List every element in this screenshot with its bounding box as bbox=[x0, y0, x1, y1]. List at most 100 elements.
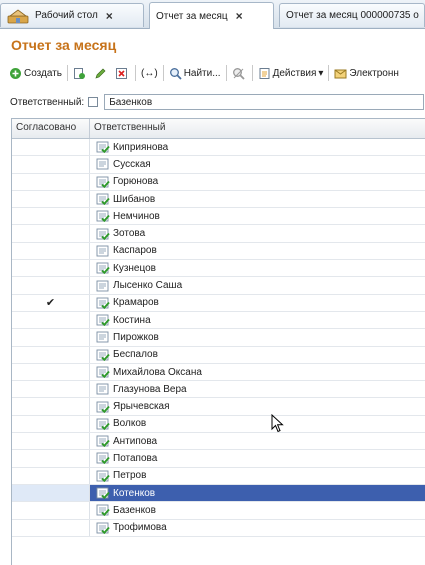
table-row[interactable]: Немчинов bbox=[12, 208, 425, 226]
responsible-cell[interactable]: Базенков bbox=[90, 502, 425, 518]
cancel-search-button[interactable] bbox=[229, 64, 250, 82]
responsible-name: Антипова bbox=[113, 435, 158, 447]
close-icon[interactable]: × bbox=[106, 9, 113, 23]
approved-cell[interactable] bbox=[12, 260, 90, 277]
approved-cell[interactable]: ✔ bbox=[12, 294, 90, 311]
table-row[interactable]: Потапова bbox=[12, 450, 425, 468]
approved-cell[interactable] bbox=[12, 311, 90, 329]
create-button[interactable]: Создать bbox=[6, 64, 65, 82]
responsible-cell[interactable]: Костина bbox=[90, 312, 425, 328]
responsible-cell[interactable]: Антипова bbox=[90, 433, 425, 449]
find-button[interactable]: Найти... bbox=[166, 64, 224, 82]
table-row[interactable]: Пирожков bbox=[12, 329, 425, 347]
doc-posted-icon bbox=[96, 193, 110, 206]
delete-button[interactable] bbox=[112, 64, 133, 82]
table-row[interactable]: Котенков bbox=[12, 484, 425, 503]
approved-cell[interactable] bbox=[12, 450, 90, 467]
close-icon[interactable]: × bbox=[236, 9, 243, 23]
link-button[interactable]: (↔) bbox=[138, 64, 161, 82]
responsible-cell[interactable]: Потапова bbox=[90, 450, 425, 466]
approved-cell[interactable] bbox=[12, 242, 90, 260]
toolbar-separator bbox=[225, 65, 227, 81]
table-row[interactable]: Волков bbox=[12, 415, 425, 434]
responsible-cell[interactable]: Волков bbox=[90, 416, 425, 432]
table-row[interactable]: Киприянова bbox=[12, 139, 425, 157]
tab-monthly-report[interactable]: Отчет за месяц × bbox=[149, 2, 274, 29]
approved-cell[interactable] bbox=[12, 467, 90, 484]
responsible-cell[interactable]: Котенков bbox=[90, 484, 425, 502]
responsible-cell[interactable]: Глазунова Вера bbox=[90, 381, 425, 397]
responsible-cell[interactable]: Горюнова bbox=[90, 174, 425, 190]
table-row[interactable]: ✔ Крамаров bbox=[12, 294, 425, 312]
approved-cell[interactable] bbox=[12, 190, 90, 208]
table-row[interactable]: Михайлова Оксана bbox=[12, 363, 425, 382]
approved-cell[interactable] bbox=[12, 277, 90, 294]
responsible-name: Костина bbox=[113, 314, 151, 326]
responsible-cell[interactable]: Лысенко Саша bbox=[90, 277, 425, 293]
doc-posted-icon bbox=[96, 504, 110, 517]
toolbar-separator bbox=[67, 65, 69, 81]
approved-cell[interactable] bbox=[12, 519, 90, 536]
table-row[interactable]: Беспалов bbox=[12, 346, 425, 364]
column-header-approved[interactable]: Согласовано bbox=[12, 119, 90, 138]
table-row[interactable]: Костина bbox=[12, 311, 425, 330]
column-header-responsible[interactable]: Ответственный bbox=[90, 119, 425, 138]
approved-cell[interactable] bbox=[12, 484, 90, 502]
approved-cell[interactable] bbox=[12, 502, 90, 519]
approved-cell[interactable] bbox=[12, 433, 90, 450]
responsible-cell[interactable]: Трофимова bbox=[90, 520, 425, 536]
responsible-cell[interactable]: Шибанов bbox=[90, 191, 425, 207]
filter-value-field[interactable]: Базенков bbox=[104, 94, 425, 110]
tab-monthly-report-doc[interactable]: Отчет за месяц 000000735 о bbox=[279, 3, 425, 27]
responsible-cell[interactable]: Петров bbox=[90, 468, 425, 484]
table-row[interactable]: Трофимова bbox=[12, 519, 425, 537]
copy-button[interactable] bbox=[70, 64, 91, 82]
table-row[interactable]: Шибанов bbox=[12, 190, 425, 209]
table-row[interactable]: Горюнова bbox=[12, 173, 425, 191]
responsible-cell[interactable]: Пирожков bbox=[90, 329, 425, 345]
responsible-cell[interactable]: Сусская bbox=[90, 156, 425, 172]
table-row[interactable]: Петров bbox=[12, 467, 425, 485]
responsible-cell[interactable]: Кузнецов bbox=[90, 260, 425, 276]
approved-cell[interactable] bbox=[12, 208, 90, 225]
responsible-name: Сусская bbox=[113, 158, 151, 170]
approved-cell[interactable] bbox=[12, 139, 90, 156]
table-row[interactable]: Кузнецов bbox=[12, 260, 425, 278]
page-title: Отчет за месяц bbox=[11, 37, 117, 53]
responsible-cell[interactable]: Киприянова bbox=[90, 139, 425, 155]
responsible-cell[interactable]: Беспалов bbox=[90, 347, 425, 363]
doc-posted-icon bbox=[96, 418, 110, 430]
responsible-cell[interactable]: Ярычевская bbox=[90, 398, 425, 414]
actions-menu[interactable]: Действия ▾ bbox=[255, 64, 327, 82]
approved-cell[interactable] bbox=[12, 346, 90, 363]
table-row[interactable]: Лысенко Саша bbox=[12, 277, 425, 295]
tab-label: Рабочий стол bbox=[35, 10, 98, 21]
responsible-name: Трофимова bbox=[113, 522, 167, 534]
approved-cell[interactable] bbox=[12, 363, 90, 381]
approved-cell[interactable] bbox=[12, 156, 90, 173]
responsible-cell[interactable]: Каспаров bbox=[90, 243, 425, 259]
approved-cell[interactable] bbox=[12, 173, 90, 190]
responsible-cell[interactable]: Немчинов bbox=[90, 208, 425, 224]
responsible-cell[interactable]: Зотова bbox=[90, 225, 425, 241]
table-row[interactable]: Глазунова Вера bbox=[12, 381, 425, 399]
electronic-button[interactable]: Электронн bbox=[331, 64, 402, 82]
tab-desktop[interactable]: Рабочий стол × bbox=[0, 3, 144, 27]
responsible-cell[interactable]: Крамаров bbox=[90, 295, 425, 311]
table-row[interactable]: Каспаров bbox=[12, 242, 425, 261]
table-row[interactable]: Сусская bbox=[12, 156, 425, 174]
table-row[interactable]: Ярычевская bbox=[12, 398, 425, 416]
table-row[interactable]: Антипова bbox=[12, 433, 425, 451]
approved-cell[interactable] bbox=[12, 225, 90, 242]
edit-button[interactable] bbox=[91, 64, 112, 82]
responsible-cell[interactable]: Михайлова Оксана bbox=[90, 364, 425, 380]
approved-cell[interactable] bbox=[12, 329, 90, 346]
table-body: Киприянова Сусская Горюнова Шибанов Немчинов… bbox=[12, 139, 425, 537]
electronic-doc-icon bbox=[334, 69, 347, 78]
approved-cell[interactable] bbox=[12, 398, 90, 415]
approved-cell[interactable] bbox=[12, 381, 90, 398]
approved-cell[interactable] bbox=[12, 415, 90, 433]
table-row[interactable]: Базенков bbox=[12, 502, 425, 520]
filter-checkbox[interactable] bbox=[88, 97, 99, 107]
table-row[interactable]: Зотова bbox=[12, 225, 425, 243]
